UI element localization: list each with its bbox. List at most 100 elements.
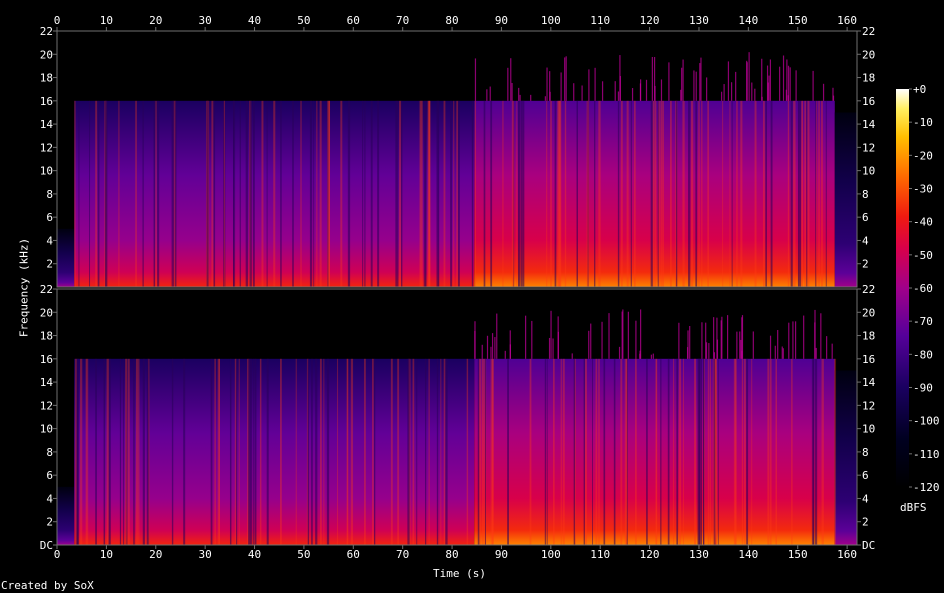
hf-spike [668,62,670,101]
hf-spike [752,331,754,359]
hf-spike [769,59,772,101]
transient-stripe [273,100,276,288]
y-axis-label: Frequency (kHz) [17,237,31,338]
transient-stripe [78,100,80,288]
transient-stripe [787,100,790,288]
channel-panel [56,288,858,546]
hf-spike [565,56,567,101]
transient-stripe [791,358,793,545]
x-tick-label-top: 90 [495,14,508,27]
x-tick-label-bottom: 90 [495,548,508,561]
x-tick-label-bottom: 100 [541,548,561,561]
transient-stripe [598,358,600,545]
transient-stripe [429,100,431,288]
transient-stripe [119,358,122,545]
hf-spike [726,315,729,359]
y-tick-label-right: 16 [862,95,875,108]
transient-stripe [522,100,525,288]
transient-stripe [626,358,628,545]
transient-stripe [594,100,596,288]
y-tick-label-left: 6 [46,469,53,482]
transient-stripe [646,358,648,545]
x-tick-label-bottom: 0 [54,548,61,561]
transient-stripe [214,358,216,545]
transient-stripe [529,358,532,545]
hf-spike [608,313,610,359]
hf-spike [814,309,816,359]
colorbar-tick-label: -20 [913,149,933,162]
transient-stripe [630,100,632,288]
spectrogram-segment [57,228,75,287]
transient-stripe [157,100,160,288]
transient-stripe [746,358,749,545]
transient-stripe [613,358,616,545]
transient-stripe [702,358,704,545]
hf-spike [720,91,723,101]
transient-stripe [248,358,251,545]
hf-spike [730,82,733,101]
transient-stripe [350,358,354,545]
y-tick-label-left: 22 [40,283,53,296]
y-tick-label-right: 4 [862,492,869,505]
colorbar-tick-label: -50 [913,249,933,262]
colorbar-tick-label: -100 [913,415,940,428]
transient-stripe [701,100,703,288]
y-tick-label-left: 20 [40,48,53,61]
y-tick-label-left: 18 [40,330,53,343]
transient-stripe [142,358,145,545]
transient-stripe [210,358,213,545]
hf-spike [781,346,783,359]
transient-stripe [97,100,100,288]
transient-stripe [86,358,89,545]
transient-stripe [118,100,120,288]
transient-stripe [821,358,824,545]
transient-stripe [443,100,446,288]
y-tick-label-right: 14 [862,376,876,389]
hf-spike [548,337,551,359]
transient-stripe [707,100,709,288]
transient-stripe [834,358,837,545]
hf-spike [713,352,716,359]
x-tick-label-top: 150 [788,14,808,27]
transient-stripe [377,100,380,288]
transient-stripe [511,100,514,288]
y-tick-label-right: 22 [862,283,875,296]
transient-stripe [211,100,214,288]
transient-stripe [516,100,518,288]
x-tick-label-top: 30 [199,14,212,27]
spectrogram-segment [834,370,857,545]
hf-spike [660,79,663,101]
hf-spike [474,331,476,359]
hf-spike [682,59,684,101]
transient-stripe [171,358,174,545]
transient-stripe [252,358,254,545]
hf-spike [786,59,788,101]
x-tick-label-top: 40 [248,14,261,27]
hf-spike [754,88,756,101]
hf-spike [510,58,512,101]
colorbar-tick-label: +0 [913,83,926,96]
hf-spike [652,353,654,359]
transient-stripe [682,100,685,288]
transient-stripe [233,100,236,288]
x-tick-label-bottom: 120 [640,548,660,561]
y-tick-label-right: 6 [862,469,869,482]
y-tick-label-left: 16 [40,353,53,366]
footer-credit: Created by SoX [1,579,94,592]
colorbar-tick-label: -110 [913,448,940,461]
hf-spike [481,344,483,359]
transient-stripe [279,358,282,545]
transient-stripe [734,358,737,545]
hf-spike [511,83,513,101]
y-tick-label-left: 8 [46,188,53,201]
colorbar-tick-label: -90 [913,382,933,395]
x-tick-label-bottom: 50 [297,548,310,561]
transient-stripe [412,358,415,545]
transient-stripe [313,100,315,288]
hf-spike [496,313,498,359]
y-tick-label-left: 4 [46,234,53,247]
hf-spike [588,330,590,359]
x-tick-label-top: 0 [54,14,61,27]
x-tick-label-bottom: 140 [738,548,758,561]
transient-stripe [731,100,733,288]
